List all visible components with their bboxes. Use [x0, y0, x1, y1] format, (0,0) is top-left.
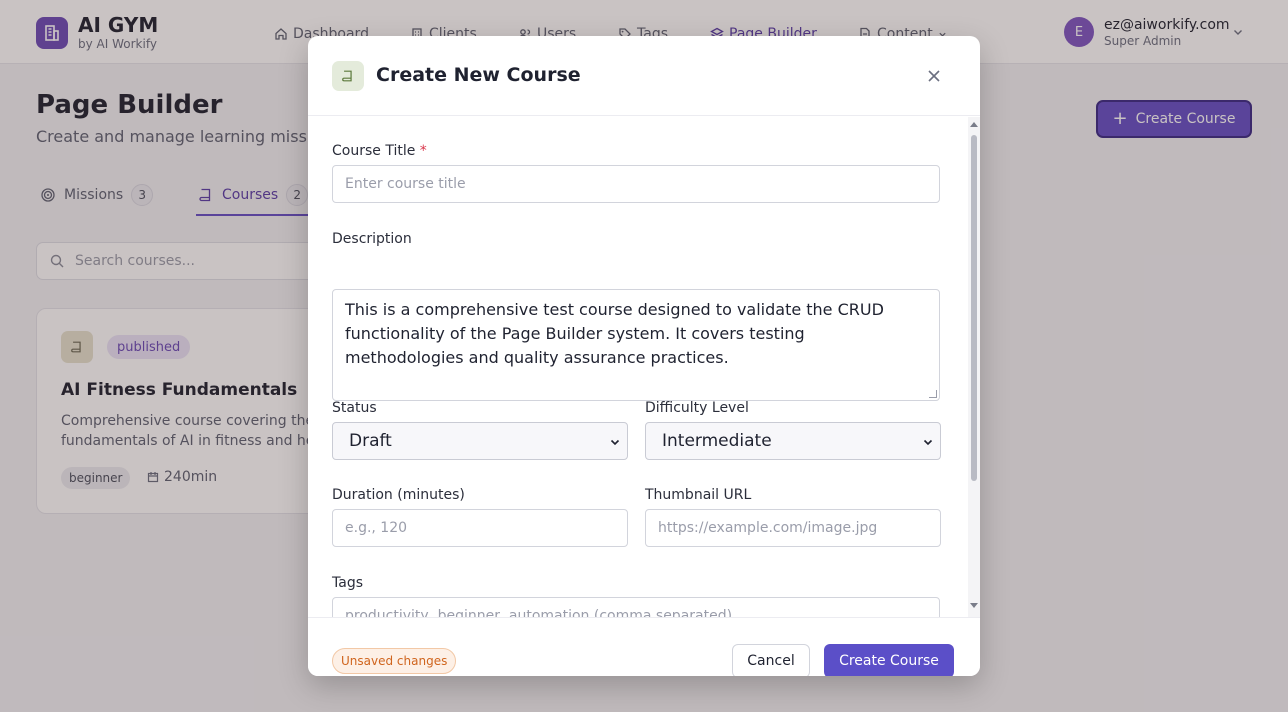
- cancel-button[interactable]: Cancel: [732, 644, 810, 676]
- dialog-title: Create New Course: [376, 64, 581, 86]
- required-marker: *: [419, 143, 427, 159]
- chevron-down-icon: [610, 439, 620, 446]
- duration-input[interactable]: e.g., 120: [332, 509, 628, 547]
- book-icon: [332, 61, 364, 91]
- tags-input[interactable]: productivity, beginner, automation (comm…: [332, 597, 940, 617]
- thumbnail-url-input[interactable]: https://example.com/image.jpg: [645, 509, 941, 547]
- description-textarea[interactable]: This is a comprehensive test course desi…: [332, 289, 940, 401]
- status-label: Status: [332, 400, 377, 416]
- difficulty-select[interactable]: Intermediate: [645, 422, 941, 460]
- close-icon: [928, 70, 940, 82]
- input-placeholder: Enter course title: [345, 176, 466, 192]
- dialog-footer: Unsaved changes Cancel Create Course: [308, 617, 980, 676]
- description-label: Description: [332, 231, 412, 247]
- scrollbar-thumb[interactable]: [971, 135, 977, 481]
- input-placeholder: productivity, beginner, automation (comm…: [345, 608, 733, 617]
- dialog-body: Course Title * Enter course title Descri…: [308, 117, 968, 617]
- select-value: Intermediate: [662, 431, 772, 451]
- scroll-up-icon[interactable]: [970, 121, 978, 127]
- label-text: Course Title: [332, 143, 416, 159]
- dialog-header: Create New Course: [308, 36, 980, 116]
- course-title-input[interactable]: Enter course title: [332, 165, 940, 203]
- tags-label: Tags: [332, 575, 363, 591]
- textarea-value: This is a comprehensive test course desi…: [345, 300, 884, 367]
- chevron-down-icon: [923, 439, 933, 446]
- thumbnail-label: Thumbnail URL: [645, 487, 752, 503]
- select-value: Draft: [349, 431, 392, 451]
- resize-handle[interactable]: [929, 390, 937, 398]
- close-button[interactable]: [912, 60, 956, 92]
- course-title-label: Course Title *: [332, 143, 427, 159]
- input-placeholder: https://example.com/image.jpg: [658, 520, 878, 536]
- scroll-down-icon[interactable]: [970, 603, 978, 609]
- create-course-dialog: Create New Course Course Title * Enter c…: [308, 36, 980, 676]
- input-placeholder: e.g., 120: [345, 520, 408, 536]
- difficulty-label: Difficulty Level: [645, 400, 749, 416]
- status-select[interactable]: Draft: [332, 422, 628, 460]
- duration-label: Duration (minutes): [332, 487, 465, 503]
- submit-create-course-button[interactable]: Create Course: [824, 644, 954, 676]
- unsaved-changes-badge: Unsaved changes: [332, 648, 457, 674]
- scrollbar[interactable]: [968, 117, 980, 617]
